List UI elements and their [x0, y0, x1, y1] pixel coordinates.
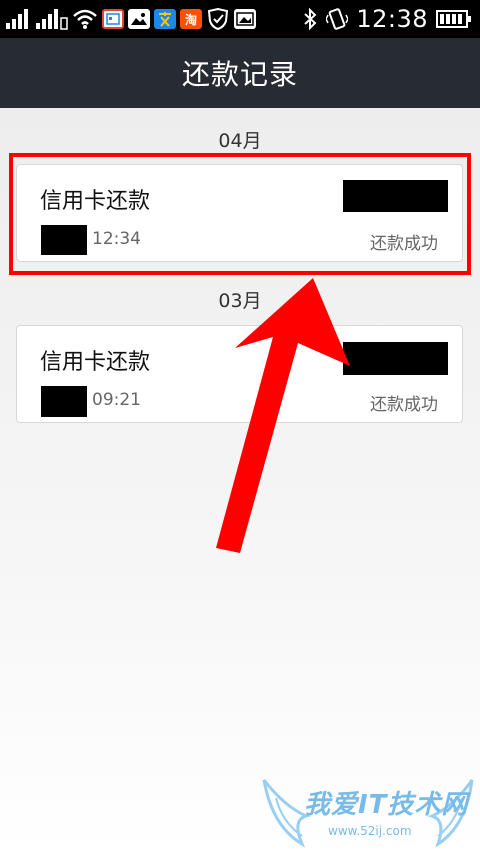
watermark-text: 我爱IT技术网 — [304, 790, 469, 820]
watermark: 我爱IT技术网 www.52ij.com — [262, 776, 474, 850]
annotation-arrow — [216, 278, 350, 553]
watermark-url: www.52ij.com — [328, 824, 412, 838]
